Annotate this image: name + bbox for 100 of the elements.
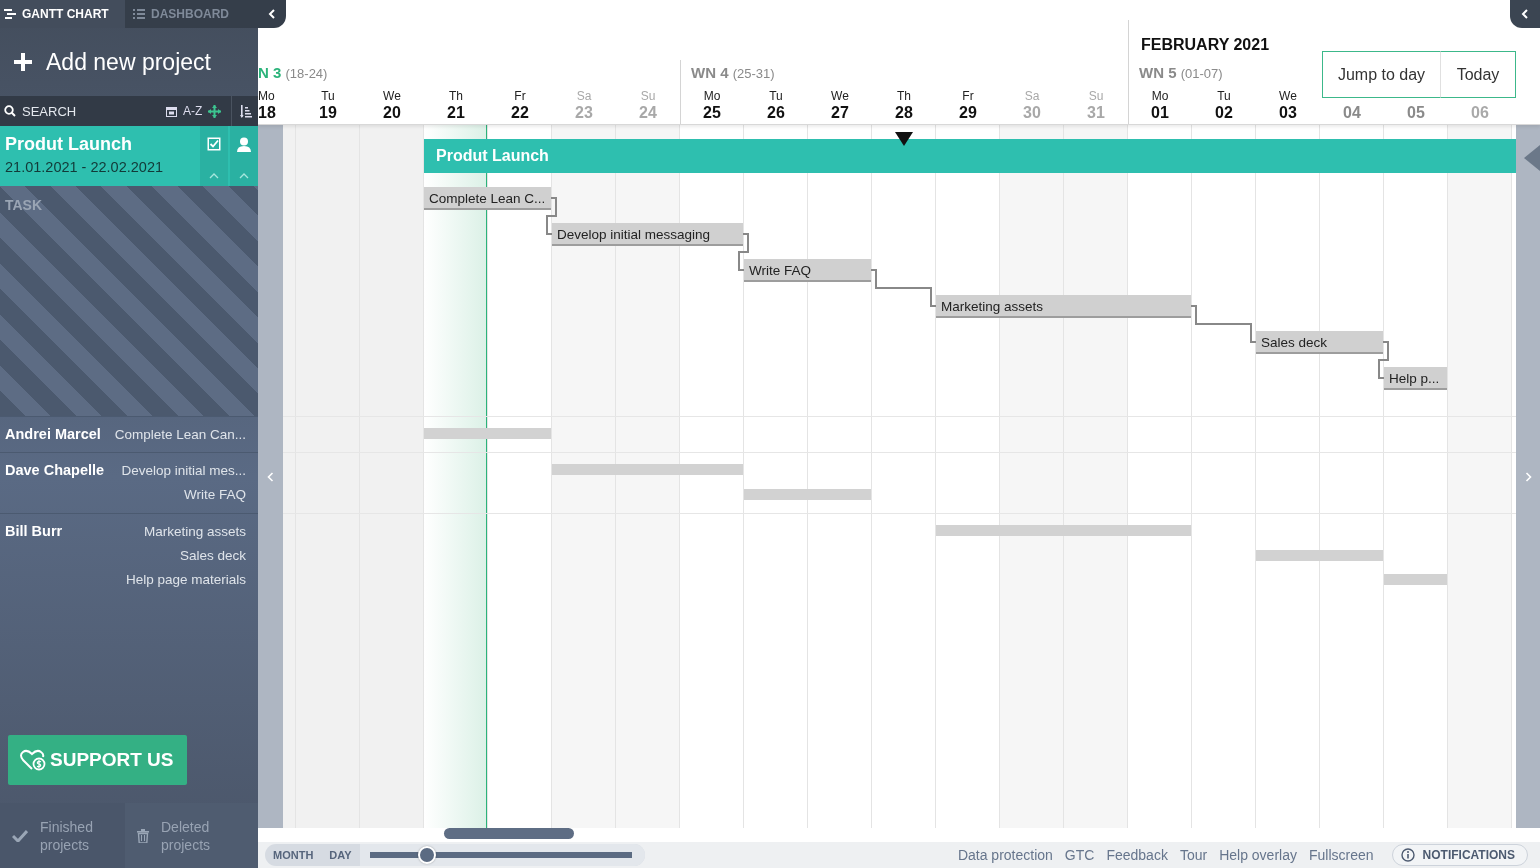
day-name: Th <box>449 89 463 103</box>
scrollbar-thumb[interactable] <box>444 828 574 839</box>
task-bar[interactable]: Sales deck <box>1256 331 1383 354</box>
resource-name: Bill Burr <box>5 523 63 541</box>
footer-link[interactable]: Fullscreen <box>1308 847 1374 863</box>
trash-icon <box>137 828 149 843</box>
day-name: We <box>1279 89 1297 103</box>
day-number: 18 <box>258 103 276 122</box>
day-number: 21 <box>447 103 465 122</box>
plus-icon <box>14 53 32 71</box>
search-field[interactable]: SEARCH <box>22 103 142 119</box>
slider-thumb[interactable] <box>418 846 437 864</box>
task-bar[interactable]: Complete Lean C... <box>424 187 551 210</box>
zoom-control[interactable]: MONTH DAY <box>265 844 645 866</box>
day-name: Su <box>640 89 656 103</box>
person-icon[interactable] <box>237 137 251 152</box>
footer-link[interactable]: GTC <box>1064 847 1095 863</box>
zoom-label[interactable]: DAY <box>321 849 360 861</box>
day-name: Su <box>1088 89 1104 103</box>
list-icon <box>133 9 145 19</box>
calendar-icon[interactable] <box>166 105 177 117</box>
move-icon[interactable] <box>208 104 222 118</box>
day-name: Fr <box>514 89 526 103</box>
search-icon <box>4 105 16 117</box>
project-name: Produt Launch <box>5 134 133 155</box>
resource-task: Sales deck <box>179 547 246 564</box>
month-label: FEBRUARY 2021 <box>1141 36 1270 54</box>
sort-button[interactable]: A-Z <box>183 104 203 118</box>
day-number: 20 <box>383 103 401 122</box>
project-dates: 21.01.2021 - 22.02.2021 <box>5 159 165 175</box>
resource-name: Andrei Marcel <box>5 426 101 444</box>
day-name: We <box>831 89 849 103</box>
week-label: WN 5 (01-07) <box>1139 64 1223 81</box>
day-number: 05 <box>1407 103 1425 122</box>
resource-task: Develop initial mes... <box>121 462 246 479</box>
day-number: 27 <box>831 103 849 122</box>
collapse-button[interactable] <box>1510 0 1540 28</box>
day-number: 23 <box>575 103 593 122</box>
footer-link[interactable]: Feedback <box>1106 847 1168 863</box>
day-number: 04 <box>1343 103 1361 122</box>
info-icon <box>1400 848 1415 862</box>
heart-coin-icon <box>20 749 46 771</box>
day-name: Tu <box>769 89 783 103</box>
day-number: 03 <box>1279 103 1297 122</box>
day-number: 22 <box>511 103 529 122</box>
day-number: 24 <box>639 103 657 122</box>
task-bar[interactable]: Help p... <box>1384 367 1447 390</box>
chevron-left-icon <box>1521 9 1529 19</box>
footer-link[interactable]: Tour <box>1179 847 1208 863</box>
task-label: TASK <box>5 197 43 213</box>
sort-icon[interactable] <box>240 104 253 118</box>
gantt-icon <box>4 9 16 19</box>
task-bar[interactable]: Marketing assets <box>936 295 1191 318</box>
notifications-button[interactable]: NOTIFICATIONS <box>1391 844 1528 866</box>
connector-line <box>1378 341 1389 379</box>
view-tab[interactable]: GANTT CHART <box>0 0 125 28</box>
connector-line <box>1190 305 1257 343</box>
day-number: 29 <box>959 103 977 122</box>
connector-line <box>546 197 557 235</box>
footer-link[interactable]: Help overlay <box>1219 847 1297 863</box>
chevron-left-icon <box>268 9 276 19</box>
day-number: 26 <box>767 103 785 122</box>
day-name: Tu <box>1217 89 1231 103</box>
day-number: 28 <box>895 103 913 122</box>
day-name: We <box>383 89 401 103</box>
project-card[interactable]: Produt Launch 21.01.2021 - 22.02.2021 <box>0 126 258 186</box>
footer-link[interactable]: Data protection <box>957 847 1053 863</box>
zoom-label[interactable]: MONTH <box>265 849 322 861</box>
day-name: Sa <box>1024 89 1040 103</box>
day-name: Th <box>897 89 911 103</box>
connector-line <box>738 233 749 271</box>
archive-tab[interactable]: Deleted projects <box>125 803 258 868</box>
day-name: Tu <box>321 89 335 103</box>
collapse-arrow-icon[interactable] <box>1524 145 1540 171</box>
resource-task: Complete Lean Can... <box>114 426 246 443</box>
task-bar[interactable]: Write FAQ <box>744 259 871 282</box>
chevron-right-icon[interactable] <box>1524 471 1532 482</box>
task-bar[interactable]: Develop initial messaging <box>552 223 743 246</box>
week-label: N 3 (18-24) <box>258 64 328 81</box>
resource-task: Write FAQ <box>184 486 246 503</box>
week-label: WN 4 (25-31) <box>691 64 775 81</box>
date-button[interactable]: Today <box>1440 51 1516 98</box>
chevron-up-icon[interactable] <box>239 173 249 179</box>
day-number: 19 <box>319 103 337 122</box>
day-name: Mo <box>258 89 275 103</box>
connector-line <box>870 269 937 307</box>
resource-task: Help page materials <box>125 571 246 588</box>
check-icon <box>12 829 28 842</box>
project-bar[interactable]: Produt Launch <box>424 139 1516 173</box>
chevron-up-icon[interactable] <box>209 173 219 179</box>
resource-task: Marketing assets <box>143 523 246 540</box>
checkbox-icon[interactable] <box>207 137 221 151</box>
resource-name: Dave Chapelle <box>5 462 105 480</box>
add-project-button[interactable]: Add new project <box>0 28 258 96</box>
day-name: Mo <box>703 89 721 103</box>
day-name: Mo <box>1151 89 1169 103</box>
day-number: 30 <box>1023 103 1041 122</box>
support-button[interactable]: SUPPORT US <box>8 735 187 785</box>
date-button[interactable]: Jump to day <box>1322 51 1440 98</box>
chevron-left-icon[interactable] <box>267 471 274 482</box>
